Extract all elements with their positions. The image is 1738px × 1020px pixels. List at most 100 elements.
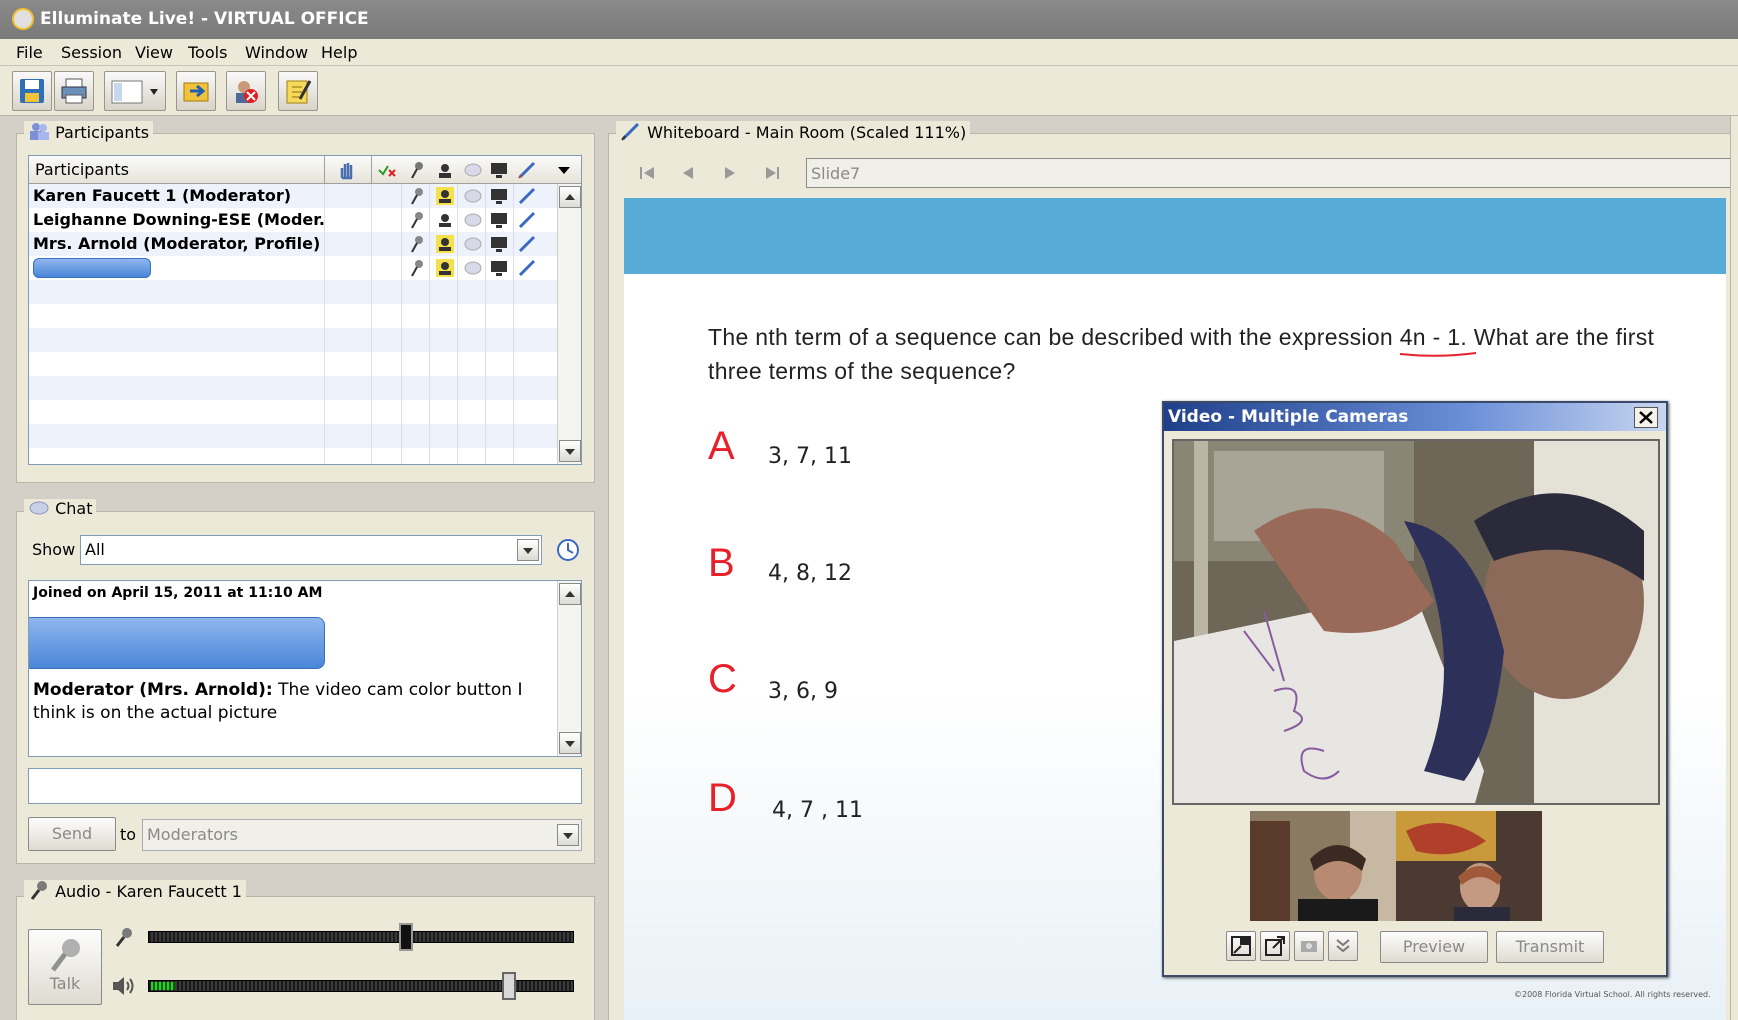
pencil-icon[interactable] <box>517 186 537 206</box>
chat-bubble-icon[interactable] <box>463 234 483 254</box>
menu-view[interactable]: View <box>135 43 173 62</box>
monitor-icon[interactable] <box>489 234 509 254</box>
monitor-icon[interactable] <box>489 210 509 230</box>
speaker-volume-slider[interactable] <box>148 972 574 1000</box>
columns-menu-chevron-down-icon[interactable] <box>555 162 575 182</box>
whiteboard-pen-icon <box>621 122 640 141</box>
audio-panel-label: Audio - Karen Faucett 1 <box>24 880 246 901</box>
more-options-button[interactable] <box>1328 931 1358 961</box>
notes-button[interactable] <box>278 71 318 111</box>
menu-help[interactable]: Help <box>321 43 357 62</box>
microphone-icon[interactable] <box>407 234 427 254</box>
answer-c-letter: C <box>708 657 737 701</box>
chat-bubble-icon[interactable] <box>463 186 483 206</box>
preview-button[interactable]: Preview <box>1380 931 1488 963</box>
speaker-slider-thumb[interactable] <box>501 972 516 1000</box>
camera-icon[interactable] <box>435 210 455 230</box>
last-slide-icon[interactable] <box>762 164 782 182</box>
exit-session-button[interactable] <box>226 71 266 111</box>
main-camera-feed[interactable] <box>1172 439 1660 805</box>
answer-c[interactable]: C 3, 6, 9 <box>708 657 838 704</box>
previous-slide-icon[interactable] <box>678 164 698 182</box>
camera-icon[interactable] <box>435 258 455 278</box>
participants-scrollbar[interactable] <box>557 184 581 464</box>
microphone-volume-slider[interactable] <box>148 923 574 951</box>
chevron-down-icon[interactable] <box>557 824 579 846</box>
menu-session[interactable]: Session <box>61 43 122 62</box>
chat-bubble-header-icon[interactable] <box>463 160 483 180</box>
camera-header-icon[interactable] <box>435 160 455 180</box>
participants-column-header[interactable]: Participants <box>35 160 129 179</box>
camera-icon[interactable] <box>435 234 455 254</box>
microphone-header-icon[interactable] <box>407 160 427 180</box>
video-window-title-bar[interactable]: Video - Multiple Cameras <box>1164 403 1666 431</box>
monitor-header-icon[interactable] <box>489 160 509 180</box>
first-slide-icon[interactable] <box>638 164 658 182</box>
print-button[interactable] <box>54 71 94 111</box>
chat-bubble-icon[interactable] <box>463 258 483 278</box>
menu-tools[interactable]: Tools <box>188 43 227 62</box>
chat-message-input[interactable] <box>28 768 582 804</box>
camera-thumbnail-1[interactable] <box>1250 811 1396 921</box>
speaker-level-meter <box>151 982 175 990</box>
chat-bubble-icon <box>29 501 49 515</box>
camera-icon[interactable] <box>435 186 455 206</box>
camera-snapshot-icon <box>1301 941 1317 952</box>
pop-out-button[interactable] <box>1260 931 1290 961</box>
question-text-start: The nth term of a sequence can be descri… <box>708 324 1400 350</box>
chat-show-select[interactable]: All <box>80 535 542 565</box>
microphone-icon[interactable] <box>407 258 427 278</box>
answer-b[interactable]: B 4, 8, 12 <box>708 541 852 586</box>
video-window-title: Video - Multiple Cameras <box>1168 407 1409 427</box>
clock-icon[interactable] <box>556 538 580 562</box>
audio-panel <box>16 896 595 1020</box>
chevron-down-icon[interactable] <box>517 539 539 561</box>
chat-scrollbar[interactable] <box>557 581 581 756</box>
participant-row-redacted[interactable] <box>33 258 151 278</box>
next-slide-icon[interactable] <box>720 164 740 182</box>
chat-bubble-icon[interactable] <box>463 210 483 230</box>
pencil-icon[interactable] <box>517 210 537 230</box>
slide-name-field[interactable]: Slide7 <box>806 158 1738 188</box>
monitor-icon[interactable] <box>489 186 509 206</box>
answer-d[interactable]: D 4, 7 , 11 <box>708 776 863 823</box>
scroll-down-arrow-icon[interactable] <box>559 732 581 754</box>
pencil-icon[interactable] <box>517 258 537 278</box>
microphone-icon[interactable] <box>407 210 427 230</box>
menu-window[interactable]: Window <box>245 43 308 62</box>
participants-list: Participants Karen Faucett 1 (Moderator)… <box>28 155 582 465</box>
participants-header: Participants <box>29 156 581 184</box>
layout-dropdown-button[interactable] <box>104 71 166 111</box>
talk-button[interactable]: Talk <box>28 929 102 1005</box>
answer-a[interactable]: A 3, 7, 11 <box>708 424 852 469</box>
snapshot-button[interactable] <box>1294 931 1324 961</box>
check-cross-icon[interactable] <box>377 160 397 180</box>
close-button[interactable] <box>1634 407 1658 428</box>
monitor-icon[interactable] <box>489 258 509 278</box>
slide-footer: ©2008 Florida Virtual School. All rights… <box>1514 990 1711 999</box>
scroll-down-arrow-icon[interactable] <box>559 440 581 462</box>
scroll-up-arrow-icon[interactable] <box>559 583 581 605</box>
transmit-button[interactable]: Transmit <box>1496 931 1604 963</box>
raise-hand-icon[interactable] <box>337 160 357 180</box>
talk-label: Talk <box>49 974 81 993</box>
participant-row-mrs-arnold[interactable]: Mrs. Arnold (Moderator, Profile) <box>29 232 324 256</box>
slide-navigation <box>620 158 806 188</box>
save-button[interactable] <box>12 71 52 111</box>
chat-recipient-select[interactable]: Moderators <box>142 819 582 851</box>
camera-thumbnail-2[interactable] <box>1396 811 1542 921</box>
send-button[interactable]: Send <box>28 817 116 851</box>
participant-row-leighanne[interactable]: Leighanne Downing-ESE (Moder... <box>29 208 324 232</box>
picture-in-picture-button[interactable] <box>1226 931 1256 961</box>
microphone-slider-thumb[interactable] <box>399 923 414 951</box>
question-expression: 4n - 1 <box>1399 320 1476 357</box>
pencil-header-icon[interactable] <box>517 160 537 180</box>
load-file-button[interactable] <box>176 71 216 111</box>
layout-icon <box>111 80 158 104</box>
menu-file[interactable]: File <box>16 43 43 62</box>
chat-panel-label: Chat <box>24 499 97 518</box>
pencil-icon[interactable] <box>517 234 537 254</box>
participant-row-karen[interactable]: Karen Faucett 1 (Moderator) <box>29 184 324 208</box>
scroll-up-arrow-icon[interactable] <box>559 186 581 208</box>
microphone-icon[interactable] <box>407 186 427 206</box>
